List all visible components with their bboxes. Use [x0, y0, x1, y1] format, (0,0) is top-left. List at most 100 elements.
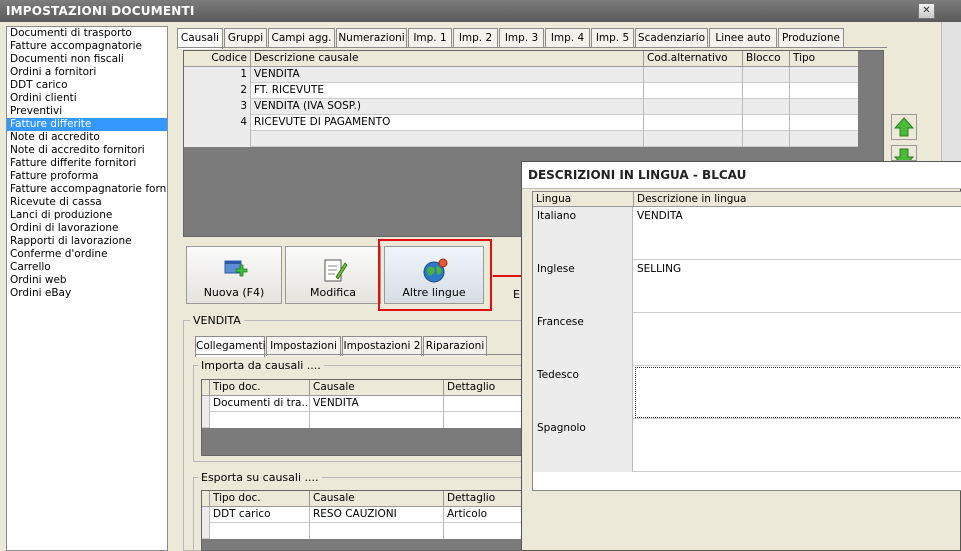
tab-divider — [177, 47, 887, 48]
cell-empty — [790, 83, 858, 99]
export-header-dettaglio[interactable]: Dettaglio — [444, 491, 524, 507]
cell-empty — [743, 99, 790, 115]
arrow-down-icon — [893, 148, 915, 160]
tab-causali[interactable]: Causali — [177, 28, 223, 49]
table-row[interactable]: Documenti di tra... VENDITA — [202, 396, 524, 412]
list-item[interactable]: Documenti non fiscali — [7, 53, 167, 66]
language-row[interactable]: Italiano VENDITA — [533, 207, 961, 260]
cell-empty — [644, 67, 743, 83]
cell-empty — [743, 115, 790, 131]
import-grid: Tipo doc. Causale Dettaglio Documenti di… — [201, 379, 524, 456]
table-row[interactable]: 2 FT. RICEVUTE — [184, 83, 858, 99]
header-tipo[interactable]: Tipo — [790, 51, 858, 67]
highlight-box — [378, 239, 492, 311]
cell-empty — [184, 131, 251, 147]
language-description-field[interactable] — [634, 366, 961, 419]
edit-button[interactable]: Modifica — [285, 246, 381, 304]
export-grid: Tipo doc. Causale Dettaglio DDT carico R… — [201, 490, 524, 551]
cell-empty — [790, 115, 858, 131]
tab-campi-agg[interactable]: Campi agg. — [268, 28, 335, 48]
list-item[interactable]: Carrello — [7, 261, 167, 274]
move-down-button[interactable] — [891, 145, 917, 161]
subtab-riparazioni[interactable]: Riparazioni — [423, 336, 487, 356]
tab-numerazioni[interactable]: Numerazioni — [336, 28, 407, 48]
language-name: Italiano — [533, 207, 633, 260]
tab-imp-5[interactable]: Imp. 5 — [591, 28, 634, 48]
list-item[interactable]: Ordini clienti — [7, 92, 167, 105]
header-codice[interactable]: Codice — [184, 51, 251, 67]
list-item[interactable]: Ordini di lavorazione — [7, 222, 167, 235]
tab-imp-3[interactable]: Imp. 3 — [499, 28, 544, 48]
language-row[interactable]: Francese — [533, 313, 961, 366]
import-header-causale[interactable]: Causale — [310, 380, 444, 396]
language-description-field[interactable] — [634, 313, 961, 366]
export-header-tipo[interactable]: Tipo doc. — [210, 491, 310, 507]
list-item[interactable]: Lanci di produzione — [7, 209, 167, 222]
tab-linee-auto[interactable]: Linee auto — [709, 28, 777, 48]
subtab-impostazioni-2[interactable]: Impostazioni 2 — [342, 336, 422, 356]
tab-gruppi[interactable]: Gruppi — [224, 28, 267, 48]
tab-scadenziario[interactable]: Scadenziario — [635, 28, 708, 48]
language-name: Inglese — [533, 260, 633, 313]
edit-button-label: Modifica — [310, 286, 356, 299]
list-item[interactable]: Documenti di trasporto — [7, 27, 167, 40]
table-row[interactable] — [184, 131, 858, 147]
tab-imp-1[interactable]: Imp. 1 — [408, 28, 452, 48]
list-item[interactable]: Note di accredito — [7, 131, 167, 144]
header-blocco[interactable]: Blocco — [743, 51, 790, 67]
cell-empty — [644, 99, 743, 115]
new-button[interactable]: Nuova (F4) — [186, 246, 282, 304]
tab-imp-4[interactable]: Imp. 4 — [545, 28, 590, 48]
language-row[interactable]: Inglese SELLING — [533, 260, 961, 313]
language-description-field[interactable]: SELLING — [634, 260, 961, 313]
list-item[interactable]: Fatture differite — [7, 118, 167, 131]
cell-descrizione: VENDITA — [251, 67, 644, 83]
header-descrizione-lingua[interactable]: Descrizione in lingua — [634, 192, 961, 207]
new-window-icon — [224, 260, 248, 277]
table-row[interactable] — [202, 523, 524, 539]
list-item[interactable]: Note di accredito fornitori — [7, 144, 167, 157]
list-item[interactable]: Fatture accompagnatorie fornito — [7, 183, 167, 196]
subtab-impostazioni[interactable]: Impostazioni — [266, 336, 341, 356]
list-item[interactable]: Ricevute di cassa — [7, 196, 167, 209]
import-header-row: Tipo doc. Causale Dettaglio — [202, 380, 524, 396]
list-item[interactable]: Fatture proforma — [7, 170, 167, 183]
header-cod-alternativo[interactable]: Cod.alternativo — [644, 51, 743, 67]
tab-produzione[interactable]: Produzione — [778, 28, 844, 48]
move-up-button[interactable] — [891, 114, 917, 140]
cell-empty — [310, 412, 444, 428]
list-item[interactable]: Conferme d'ordine — [7, 248, 167, 261]
table-row[interactable]: 1 VENDITA — [184, 67, 858, 83]
list-item[interactable]: Ordini web — [7, 274, 167, 287]
header-lingua[interactable]: Lingua — [533, 192, 634, 207]
tab-imp-2[interactable]: Imp. 2 — [453, 28, 498, 48]
row-indicator — [202, 396, 210, 412]
list-item[interactable]: Ordini eBay — [7, 287, 167, 300]
cell-tipo: DDT carico — [210, 507, 310, 523]
import-header-dettaglio[interactable]: Dettaglio — [444, 380, 524, 396]
export-group-title: Esporta su causali .... — [198, 471, 322, 484]
table-row[interactable]: 4 RICEVUTE DI PAGAMENTO — [184, 115, 858, 131]
import-header-tipo[interactable]: Tipo doc. — [210, 380, 310, 396]
list-item[interactable]: Fatture accompagnatorie — [7, 40, 167, 53]
list-item[interactable]: DDT carico — [7, 79, 167, 92]
language-description-field[interactable] — [634, 419, 961, 472]
language-row[interactable]: Tedesco — [533, 366, 961, 419]
list-item[interactable]: Fatture differite fornitori — [7, 157, 167, 170]
table-row[interactable]: DDT carico RESO CAUZIONI Articolo — [202, 507, 524, 523]
export-header-causale[interactable]: Causale — [310, 491, 444, 507]
language-row[interactable]: Spagnolo — [533, 419, 961, 472]
cell-tipo: Documenti di tra... — [210, 396, 310, 412]
document-type-list[interactable]: Documenti di trasporto Fatture accompagna… — [6, 26, 168, 551]
list-item[interactable]: Rapporti di lavorazione — [7, 235, 167, 248]
table-row[interactable] — [202, 412, 524, 428]
header-descrizione[interactable]: Descrizione causale — [251, 51, 644, 67]
list-item[interactable]: Ordini a fornitori — [7, 66, 167, 79]
new-button-label: Nuova (F4) — [203, 286, 265, 299]
close-button[interactable]: ✕ — [918, 3, 935, 19]
list-item[interactable]: Preventivi — [7, 105, 167, 118]
detail-group-title: VENDITA — [190, 314, 244, 327]
table-row[interactable]: 3 VENDITA (IVA SOSP.) — [184, 99, 858, 115]
cell-descrizione: VENDITA (IVA SOSP.) — [251, 99, 644, 115]
language-description-field[interactable]: VENDITA — [634, 207, 961, 260]
